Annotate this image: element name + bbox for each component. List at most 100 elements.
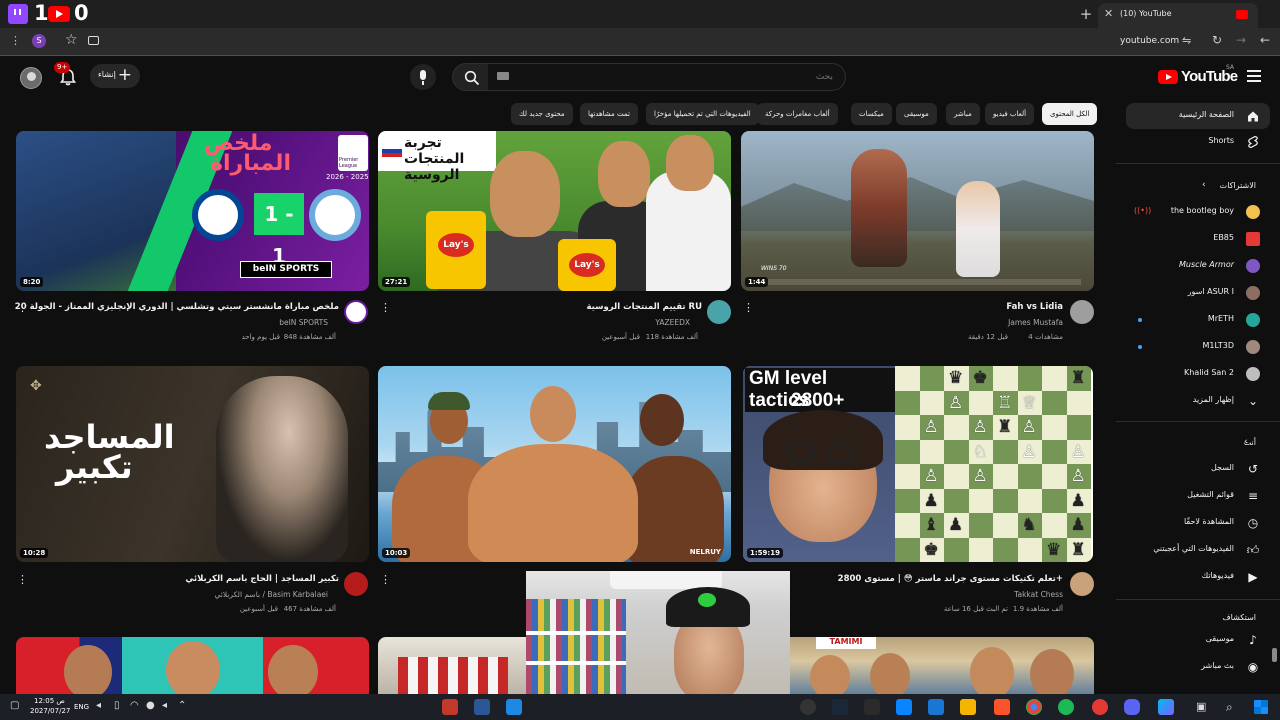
battery-icon[interactable]: ▯ [114, 700, 120, 711]
keyboard-icon[interactable] [497, 72, 509, 80]
channel-avatar[interactable] [707, 300, 731, 324]
calculator-icon[interactable] [928, 699, 944, 715]
sidebar-item-show-more[interactable]: إظهار المزيد ⌄ [1126, 388, 1270, 414]
language-indicator[interactable]: ENG [74, 703, 89, 711]
scrollbar-thumb[interactable] [1272, 648, 1277, 662]
youtube-logo[interactable]: YouTube SA [1158, 64, 1238, 87]
video-title[interactable]: Fah vs Lidia [1006, 302, 1063, 312]
video-thumbnail-3[interactable]: WINS 70 1:44 [741, 131, 1094, 291]
microphone-icon[interactable]: ● [146, 700, 155, 711]
chip-video-games[interactable]: ألعاب فيديو [985, 103, 1035, 125]
url-text[interactable]: youtube.com [1120, 36, 1179, 46]
search-button[interactable] [452, 63, 490, 91]
file-explorer-icon[interactable] [960, 699, 976, 715]
chevron-left-icon[interactable]: ‹ [1202, 180, 1206, 190]
search-icon[interactable]: ⌕ [1226, 700, 1233, 715]
sidebar-item-live[interactable]: بث مباشر ◉ [1126, 654, 1270, 680]
taskbar-date[interactable]: 2027/07/27 [30, 707, 70, 715]
chevron-left-icon[interactable]: ‹ [1244, 437, 1248, 447]
obs-icon[interactable] [800, 699, 816, 715]
search-input[interactable] [488, 63, 846, 91]
sidebar-item-asur[interactable]: اسور ASUR I [1126, 280, 1270, 306]
more-options-icon[interactable]: ⋮ [380, 301, 391, 314]
channel-name[interactable]: Takkat Chess [1014, 590, 1063, 599]
video-thumbnail-2[interactable]: تجربة المنتجات الروسية Lay's Lay's 27:21 [378, 131, 731, 291]
tab-close-icon[interactable]: ✕ [1104, 7, 1113, 20]
task-view-icon[interactable]: ▣ [1196, 700, 1206, 713]
video-thumbnail-5[interactable]: NELRUY 10:03 [378, 366, 731, 562]
chrome-icon[interactable] [1026, 699, 1042, 715]
video-thumbnail-1[interactable]: ملخص المباراة Premier League 2026 - 2025… [16, 131, 369, 291]
subscriptions-header[interactable]: الاشتراكات [1220, 181, 1256, 190]
sidebar-item-home[interactable]: الصفحة الرئيسية [1126, 103, 1270, 129]
channel-avatar[interactable] [344, 572, 368, 596]
picture-in-picture-icon[interactable] [88, 36, 99, 45]
app-icon-red[interactable] [442, 699, 458, 715]
new-tab-button[interactable]: + [1078, 5, 1094, 23]
create-button[interactable]: إنشاء + [90, 64, 140, 88]
sidebar-item-history[interactable]: السجل ↺ [1126, 456, 1270, 482]
bookmark-star-icon[interactable]: ☆ [65, 32, 78, 48]
chip-live[interactable]: مباشر [946, 103, 980, 125]
spotify-icon[interactable] [1058, 699, 1074, 715]
account-avatar[interactable] [20, 67, 42, 89]
windows-start-icon[interactable] [1254, 700, 1268, 714]
sidebar-item-your-videos[interactable]: فيديوهاتك ▶ [1126, 564, 1270, 590]
video-title[interactable]: تعلم تكتيكات مستوى جراند ماستر 😳 | مستوى… [838, 574, 1063, 584]
video-title[interactable]: تقييم المنتجات الروسية RU [586, 302, 702, 312]
chevron-up-icon[interactable]: ⌃ [178, 700, 186, 711]
copilot-icon[interactable] [1158, 699, 1174, 715]
back-icon[interactable]: ← [1260, 33, 1270, 47]
channel-name[interactable]: beIN SPORTS [279, 318, 328, 327]
chip-music[interactable]: موسيقى [896, 103, 937, 125]
video-thumbnail-4[interactable]: المساجد تكبير ✥ 10:28 [16, 366, 369, 562]
sidebar-item-m1lt3d[interactable]: M1LT3D [1126, 334, 1270, 360]
epic-games-icon[interactable] [864, 699, 880, 715]
speaker-icon[interactable]: ◂ [162, 700, 167, 711]
video-thumbnail-8[interactable] [378, 637, 526, 697]
chip-watched[interactable]: تمت مشاهدتها [580, 103, 638, 125]
channel-avatar[interactable] [1070, 300, 1094, 324]
brave-icon[interactable] [994, 699, 1010, 715]
channel-avatar[interactable] [1070, 572, 1094, 596]
app-icon-blue[interactable] [474, 699, 490, 715]
video-thumbnail-9[interactable]: TAMIMI [790, 637, 1094, 697]
sidebar-item-eb85[interactable]: EB85 [1126, 226, 1270, 252]
voice-search-mic-icon[interactable] [410, 64, 436, 90]
channel-name[interactable]: James Mustafa [1008, 318, 1063, 327]
chip-recently-uploaded[interactable]: الفيديوهات التي تم تحميلها مؤخرًا [646, 103, 759, 125]
channel-name[interactable]: باسم الكربلائي / Basim Karbalaei [214, 590, 328, 599]
taskbar-time[interactable]: ص 12:05 [34, 697, 65, 705]
site-settings-icon[interactable]: ⇋ [1182, 34, 1191, 47]
steam-icon[interactable] [832, 699, 848, 715]
chip-new-for-you[interactable]: محتوى جديد لك [511, 103, 573, 125]
browser-tab-youtube[interactable]: ✕ (10) YouTube [1098, 3, 1258, 28]
channel-name[interactable]: YAZEEDX [655, 318, 690, 327]
app-icon-red-circle[interactable] [1092, 699, 1108, 715]
more-options-icon[interactable]: ⋮ [380, 573, 391, 586]
wifi-icon[interactable]: ◠ [130, 700, 139, 711]
more-options-icon[interactable]: ⋮ [17, 301, 28, 314]
sidebar-item-the-bootleg-boy[interactable]: ((•)) the bootleg boy [1126, 199, 1270, 225]
more-options-icon[interactable]: ⋮ [743, 301, 754, 314]
profile-avatar[interactable]: S [32, 34, 46, 48]
sidebar-item-khalid-san-2[interactable]: Khalid San 2 [1126, 361, 1270, 387]
channel-avatar[interactable] [344, 300, 368, 324]
volume-icon[interactable]: ◂ [96, 700, 101, 711]
browser-menu-icon[interactable]: ⋮ [10, 34, 21, 47]
video-thumbnail-6[interactable]: GM level tactics 2800+ ♛ ♚ ♜ ♙ ♖ ♕ ♙ ♙ ♜ ♙ ♘ ♙ ♙ ♙ ♙ ♙ ♟… [743, 366, 1093, 562]
chip-mixes[interactable]: ميكسات [851, 103, 892, 125]
sidebar-item-liked-videos[interactable]: الفيديوهات التي أعجبتني 👍︎ [1126, 537, 1270, 563]
mail-icon[interactable] [896, 699, 912, 715]
sidebar-item-mreth[interactable]: MrETH [1126, 307, 1270, 333]
video-title[interactable]: تكبير المساجد | الحاج باسم الكربلائي [185, 574, 339, 584]
video-title[interactable]: ملخص مباراة مانشستر سيتي وتشلسي | الدوري… [15, 302, 339, 312]
sidebar-item-playlists[interactable]: قوائم التشغيل ≡ [1126, 483, 1270, 509]
app-icon-store[interactable] [506, 699, 522, 715]
more-options-icon[interactable]: ⋮ [17, 573, 28, 586]
video-thumbnail-7[interactable] [16, 637, 369, 697]
discord-icon[interactable] [1124, 699, 1140, 715]
reload-icon[interactable]: ↻ [1212, 33, 1222, 47]
notification-icon[interactable]: ▢ [10, 700, 19, 711]
sidebar-item-music[interactable]: موسيقى ♪ [1126, 627, 1270, 653]
